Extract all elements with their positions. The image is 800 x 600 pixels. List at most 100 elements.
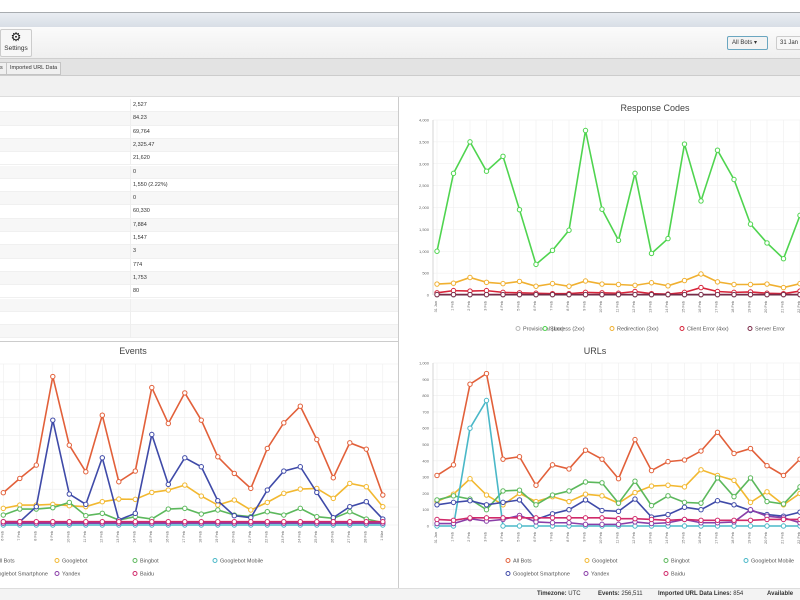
table-row[interactable]: 3 xyxy=(0,245,398,259)
data-point[interactable] xyxy=(764,240,770,246)
data-point[interactable] xyxy=(599,291,605,298)
data-point[interactable] xyxy=(615,508,622,515)
data-point[interactable] xyxy=(83,512,89,519)
data-point[interactable] xyxy=(747,475,754,481)
data-point[interactable] xyxy=(467,498,473,504)
data-point[interactable] xyxy=(533,482,539,488)
data-point[interactable] xyxy=(450,499,457,506)
data-point[interactable] xyxy=(780,516,787,523)
data-point[interactable] xyxy=(17,475,23,482)
data-point[interactable] xyxy=(132,510,139,517)
data-point[interactable] xyxy=(363,484,369,490)
data-point[interactable] xyxy=(248,518,254,525)
data-point[interactable] xyxy=(533,291,539,298)
data-point[interactable] xyxy=(665,235,671,242)
table-row[interactable]: 80 xyxy=(0,285,398,299)
data-point[interactable] xyxy=(116,518,122,525)
data-point[interactable] xyxy=(698,198,704,204)
data-point[interactable] xyxy=(215,498,221,504)
data-point[interactable] xyxy=(198,417,205,423)
data-point[interactable] xyxy=(681,504,688,510)
data-point[interactable] xyxy=(198,511,205,517)
data-point[interactable] xyxy=(450,493,457,499)
data-point[interactable] xyxy=(747,291,754,298)
data-point[interactable] xyxy=(549,247,556,254)
data-point[interactable] xyxy=(215,454,221,460)
data-point[interactable] xyxy=(483,168,490,174)
data-point[interactable] xyxy=(615,291,622,298)
data-point[interactable] xyxy=(582,291,589,298)
data-point[interactable] xyxy=(434,291,440,298)
data-point[interactable] xyxy=(582,521,589,528)
data-point[interactable] xyxy=(747,499,754,506)
data-point[interactable] xyxy=(549,492,556,498)
data-point[interactable] xyxy=(434,516,440,523)
data-point[interactable] xyxy=(467,381,473,387)
data-point[interactable] xyxy=(599,515,605,521)
data-point[interactable] xyxy=(500,499,506,506)
data-point[interactable] xyxy=(582,515,589,521)
data-point[interactable] xyxy=(500,153,506,160)
data-point[interactable] xyxy=(698,507,704,513)
data-point[interactable] xyxy=(500,456,506,462)
data-point[interactable] xyxy=(632,170,638,177)
data-point[interactable] xyxy=(363,518,369,525)
data-point[interactable] xyxy=(665,291,671,298)
data-point[interactable] xyxy=(780,501,787,507)
data-point[interactable] xyxy=(149,431,155,438)
data-point[interactable] xyxy=(467,425,473,431)
data-point[interactable] xyxy=(483,492,490,498)
data-point[interactable] xyxy=(83,501,89,508)
data-point[interactable] xyxy=(434,472,440,479)
data-point[interactable] xyxy=(467,139,473,145)
legend-item[interactable]: Googlebot xyxy=(62,559,88,565)
data-point[interactable] xyxy=(566,498,572,505)
data-point[interactable] xyxy=(599,281,605,287)
legend-item[interactable]: Success (2xx) xyxy=(550,327,585,333)
data-point[interactable] xyxy=(549,291,556,298)
legend-item[interactable]: Redirection (3xx) xyxy=(617,327,659,333)
data-point[interactable] xyxy=(714,291,721,298)
data-point[interactable] xyxy=(648,483,655,489)
data-point[interactable] xyxy=(330,495,336,502)
data-point[interactable] xyxy=(764,523,770,529)
data-point[interactable] xyxy=(599,493,605,499)
data-point[interactable] xyxy=(632,489,638,496)
data-point[interactable] xyxy=(500,280,506,287)
data-point[interactable] xyxy=(330,475,336,481)
data-point[interactable] xyxy=(533,515,539,521)
data-point[interactable] xyxy=(281,468,287,474)
data-point[interactable] xyxy=(99,510,106,517)
data-point[interactable] xyxy=(582,491,589,497)
data-point[interactable] xyxy=(182,518,188,525)
legend-item[interactable]: Googlebot Smartphone xyxy=(0,572,48,578)
data-point[interactable] xyxy=(747,445,754,452)
data-point[interactable] xyxy=(215,518,221,525)
data-point[interactable] xyxy=(665,517,671,523)
data-point[interactable] xyxy=(698,448,704,454)
data-point[interactable] xyxy=(347,480,353,487)
data-point[interactable] xyxy=(516,523,523,529)
data-point[interactable] xyxy=(731,450,737,457)
data-point[interactable] xyxy=(380,492,386,498)
legend-item[interactable]: Googlebot xyxy=(592,559,618,565)
data-point[interactable] xyxy=(483,507,490,513)
data-point[interactable] xyxy=(483,279,490,286)
data-point[interactable] xyxy=(632,436,638,443)
data-point[interactable] xyxy=(50,504,56,511)
data-point[interactable] xyxy=(330,518,336,525)
data-point[interactable] xyxy=(99,412,106,418)
data-point[interactable] xyxy=(731,176,737,183)
data-point[interactable] xyxy=(248,507,254,513)
data-point[interactable] xyxy=(665,283,671,289)
data-point[interactable] xyxy=(764,291,770,298)
data-point[interactable] xyxy=(665,482,671,488)
legend-item[interactable]: All Bots xyxy=(513,559,532,565)
data-point[interactable] xyxy=(149,489,155,496)
data-point[interactable] xyxy=(347,503,353,510)
data-point[interactable] xyxy=(297,486,303,492)
data-point[interactable] xyxy=(780,284,787,291)
data-point[interactable] xyxy=(33,518,39,525)
data-point[interactable] xyxy=(149,518,155,525)
data-point[interactable] xyxy=(347,440,353,446)
